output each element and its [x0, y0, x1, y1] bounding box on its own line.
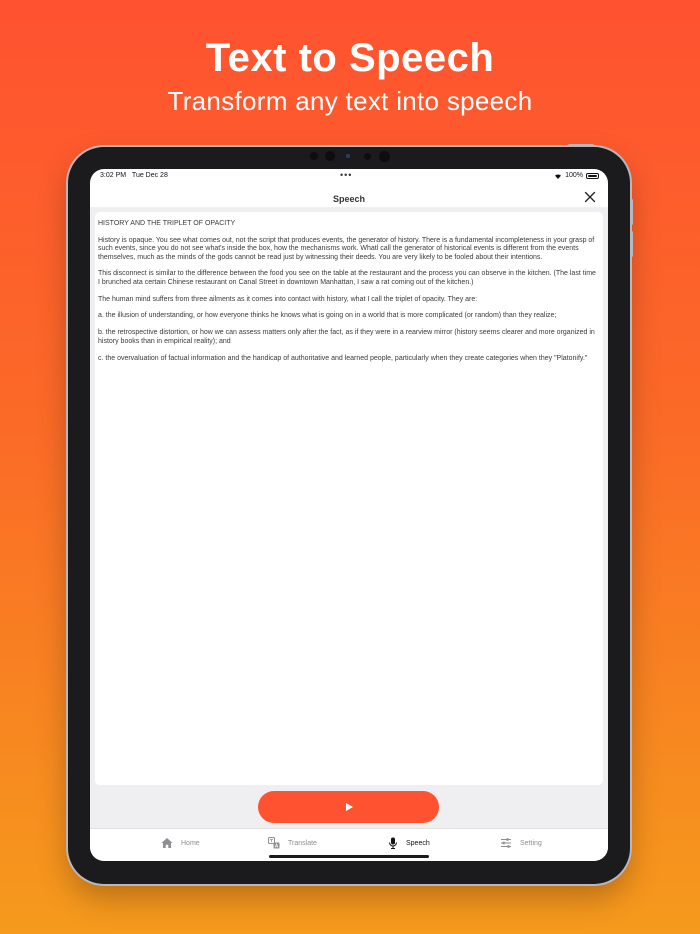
tab-home-label: Home	[181, 839, 200, 847]
camera-icon	[310, 152, 318, 160]
home-icon	[161, 838, 173, 848]
status-clock: 3:02 PM	[100, 172, 127, 179]
battery-icon	[586, 172, 599, 179]
speech-content-area: HISTORY AND THE TRIPLET OF OPACITY Histo…	[90, 207, 608, 828]
wifi-icon	[555, 173, 562, 179]
promo-subhead: Transform any text into speech	[167, 86, 533, 116]
translate-icon	[268, 837, 280, 849]
tab-speech-label: Speech	[406, 839, 430, 847]
tab-speech[interactable]: Speech	[388, 835, 430, 851]
status-time: 3:02 PM Tue Dec 28	[100, 172, 168, 179]
sensor-icon	[346, 154, 350, 158]
tab-setting-label: Setting	[520, 839, 542, 847]
play-icon	[345, 803, 353, 811]
volume-button	[630, 199, 633, 225]
play-button[interactable]	[258, 791, 439, 823]
speech-text-editor[interactable]: HISTORY AND THE TRIPLET OF OPACITY Histo…	[95, 212, 603, 785]
app-screen: 3:02 PM Tue Dec 28 ••• 100% Speech HISTO…	[90, 169, 608, 861]
multitasking-dots[interactable]: •••	[340, 170, 352, 180]
status-date: Tue Dec 28	[131, 172, 168, 179]
tab-translate-label: Translate	[288, 839, 317, 847]
close-button[interactable]	[582, 189, 598, 205]
status-bar: 3:02 PM Tue Dec 28 ••• 100%	[90, 169, 608, 183]
home-indicator[interactable]	[269, 855, 429, 858]
tab-home[interactable]: Home	[161, 835, 200, 851]
camera-icon	[364, 153, 371, 160]
tab-translate[interactable]: Translate	[268, 835, 317, 851]
camera-icon	[325, 151, 335, 161]
sliders-icon	[501, 838, 511, 848]
close-icon	[584, 191, 596, 203]
status-indicators: 100%	[554, 172, 599, 179]
camera-icon	[379, 151, 390, 162]
microphone-icon	[389, 837, 397, 849]
volume-button	[630, 231, 633, 257]
power-button	[568, 144, 594, 147]
page-title: Speech	[332, 194, 365, 204]
promo-headline: Text to Speech	[205, 36, 495, 80]
tab-setting[interactable]: Setting	[500, 835, 542, 851]
battery-percent: 100%	[565, 172, 583, 179]
